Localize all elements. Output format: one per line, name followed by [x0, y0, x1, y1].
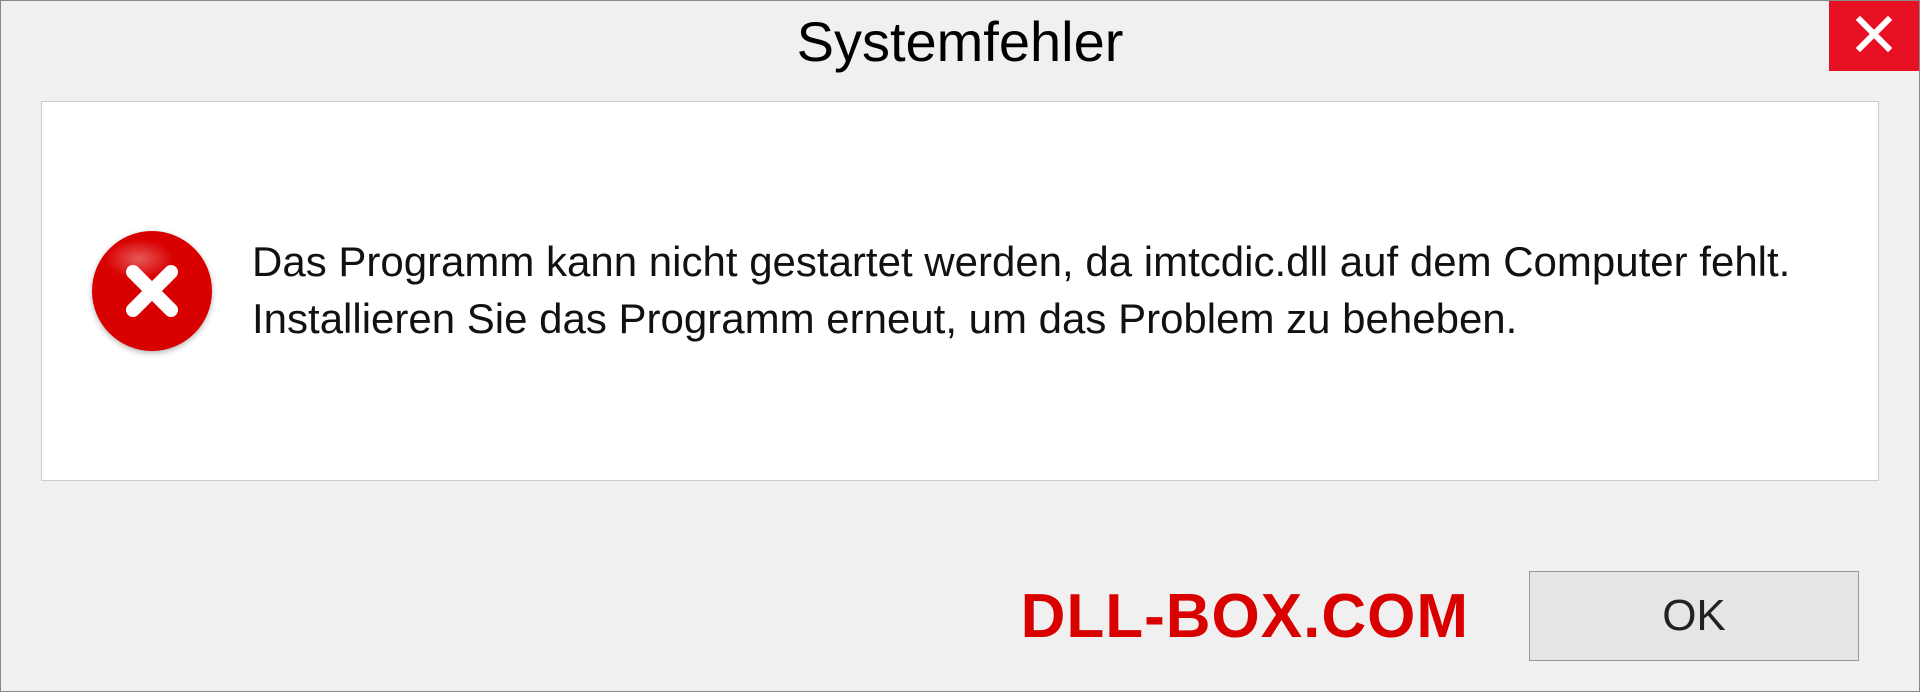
error-icon: [82, 221, 222, 361]
ok-button[interactable]: OK: [1529, 571, 1859, 661]
error-dialog: Systemfehler Das Programm kann nicht ges…: [0, 0, 1920, 692]
close-icon: [1854, 14, 1894, 59]
watermark-text: DLL-BOX.COM: [1021, 581, 1469, 652]
titlebar: Systemfehler: [1, 1, 1919, 81]
error-message: Das Programm kann nicht gestartet werden…: [252, 234, 1838, 347]
ok-button-label: OK: [1662, 591, 1726, 641]
close-button[interactable]: [1829, 1, 1919, 71]
dialog-title: Systemfehler: [797, 9, 1124, 74]
content-panel: Das Programm kann nicht gestartet werden…: [41, 101, 1879, 481]
footer: DLL-BOX.COM OK: [1, 571, 1919, 661]
